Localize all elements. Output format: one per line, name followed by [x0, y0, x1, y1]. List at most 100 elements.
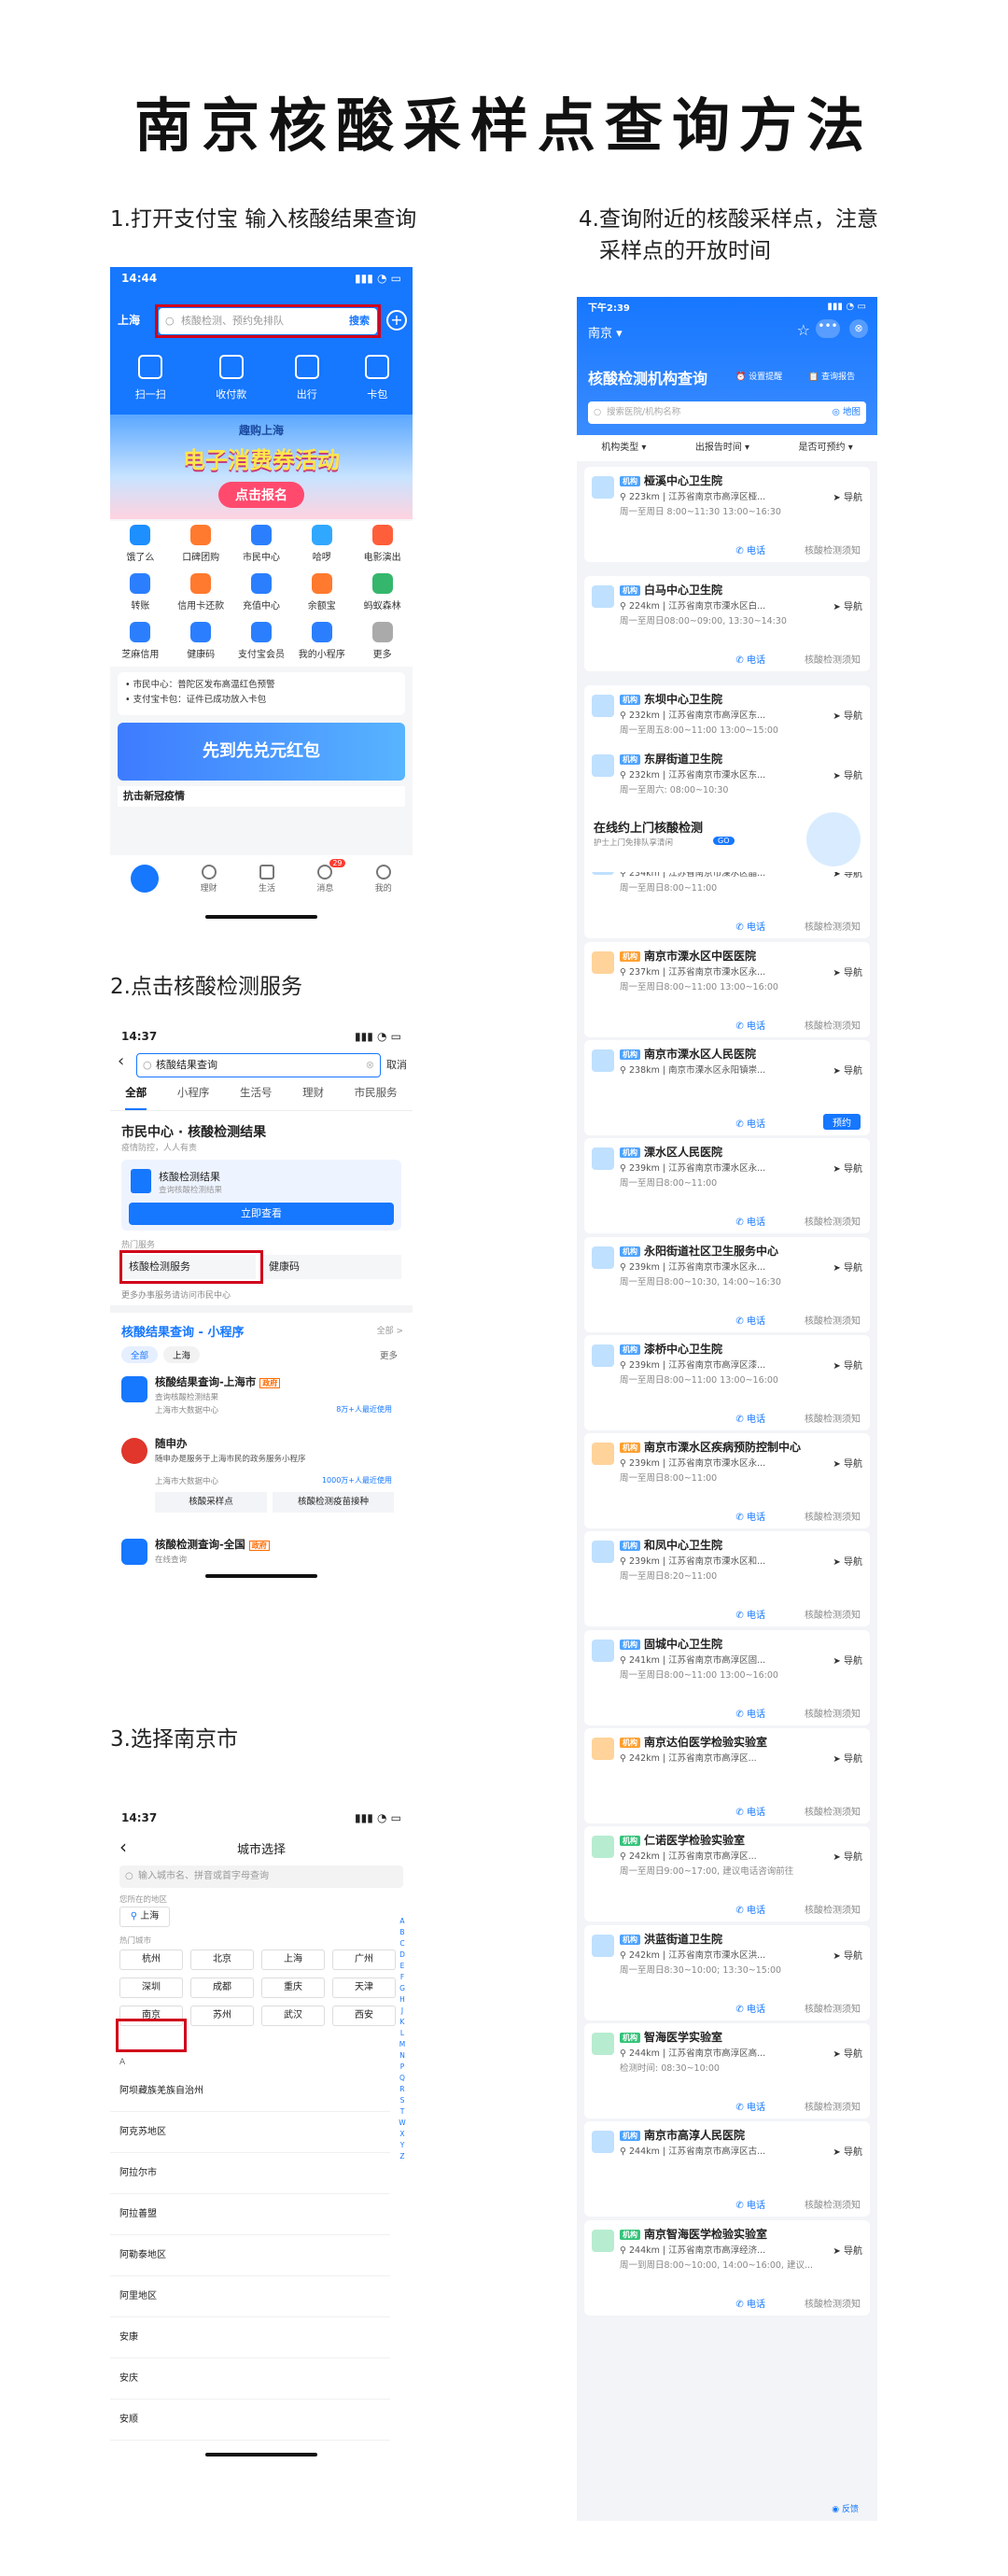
index-letter[interactable]: E — [398, 1961, 407, 1972]
current-city[interactable]: ⚲ 上海 — [119, 1907, 170, 1927]
navigate-button[interactable]: ➤ 导航 — [833, 708, 862, 722]
pay-button[interactable]: 收付款 — [216, 349, 246, 415]
travel-button[interactable]: 出行 — [294, 349, 319, 415]
site-card[interactable]: 机构 南京市高淳人民医院 ⚲ 244km | 江苏省南京市高淳区古... ➤ 导航… — [584, 2121, 870, 2217]
notice-link[interactable]: 核酸检测须知 — [805, 2099, 861, 2113]
notice-link[interactable]: 核酸检测须知 — [805, 1706, 861, 1720]
call-button[interactable]: ✆ 电话 — [735, 2099, 765, 2113]
site-card[interactable]: 机构 和凤中心卫生院 ⚲ 239km | 江苏省南京市溧水区和... 周一至周日8… — [584, 1531, 870, 1626]
notice-link[interactable]: 核酸检测须知 — [805, 2296, 861, 2310]
index-letter[interactable]: N — [398, 2050, 407, 2062]
app-movie[interactable]: 电影演出 — [352, 521, 413, 570]
chip-more[interactable]: 更多 — [380, 1348, 398, 1361]
tab-home[interactable] — [131, 865, 160, 921]
index-letter[interactable]: L — [398, 2028, 407, 2039]
city-list-item[interactable]: 阿克苏地区 — [110, 2112, 390, 2153]
chip-shanghai[interactable]: 上海 — [163, 1346, 201, 1363]
app-recharge[interactable]: 充值中心 — [231, 570, 292, 618]
feedback-button[interactable]: ◉ 反馈 — [832, 2502, 859, 2514]
call-button[interactable]: ✆ 电话 — [735, 2197, 765, 2211]
promo-banner[interactable]: 趣购上海 电子消费券活动 点击报名 — [110, 415, 413, 519]
city-list-item[interactable]: 安康 — [110, 2317, 390, 2358]
hot-city-item[interactable]: 广州 — [332, 1950, 396, 1970]
mini-app-2[interactable]: 随申办 随申办是服务于上海市民的政务服务小程序 上海市大数据中心 1000万+人… — [121, 1436, 401, 1526]
navigate-button[interactable]: ➤ 导航 — [833, 1653, 862, 1667]
index-letter[interactable]: W — [398, 2118, 407, 2129]
index-letter[interactable]: X — [398, 2129, 407, 2140]
index-letter[interactable]: C — [398, 1938, 407, 1950]
tab-mini-program[interactable]: 小程序 — [177, 1085, 210, 1110]
hot-city-item[interactable]: 武汉 — [261, 2006, 325, 2026]
call-button[interactable]: ✆ 电话 — [735, 919, 765, 933]
index-letter[interactable]: M — [398, 2039, 407, 2050]
notice-link[interactable]: 核酸检测须知 — [805, 1313, 861, 1327]
call-button[interactable]: ✆ 电话 — [735, 652, 765, 666]
site-card[interactable]: 机构 南京达伯医学检验实验室 ⚲ 242km | 江苏省南京市高淳区... ➤ 导… — [584, 1728, 870, 1823]
view-all-link[interactable]: 全部 > — [377, 1324, 403, 1336]
call-button[interactable]: ✆ 电话 — [735, 1706, 765, 1720]
city-list-item[interactable]: 安庆 — [110, 2358, 390, 2400]
navigate-button[interactable]: ➤ 导航 — [833, 1456, 862, 1470]
navigate-button[interactable]: ➤ 导航 — [833, 1849, 862, 1863]
hot-city-item[interactable]: 西安 — [332, 2006, 396, 2026]
index-letter[interactable]: T — [398, 2106, 407, 2118]
tab-life[interactable]: 生活 — [259, 865, 275, 921]
app-more[interactable]: 更多 — [352, 618, 413, 667]
call-button[interactable]: ✆ 电话 — [735, 1313, 765, 1327]
call-button[interactable]: ✆ 电话 — [735, 2001, 765, 2015]
search-input[interactable]: ○ 核酸结果查询 ⊗ — [136, 1053, 381, 1077]
hot-city-item[interactable]: 天津 — [332, 1978, 396, 1998]
navigate-button[interactable]: ➤ 导航 — [833, 1948, 862, 1962]
hot-city-item[interactable]: 上海 — [261, 1950, 325, 1970]
navigate-button[interactable]: ➤ 导航 — [833, 1161, 862, 1175]
navigate-button[interactable]: ➤ 导航 — [833, 2243, 862, 2257]
app-citizen-center[interactable]: 市民中心 — [231, 521, 292, 570]
city-list-item[interactable]: 安顺 — [110, 2400, 390, 2441]
site-card[interactable]: 机构 洪蓝街道卫生院 ⚲ 242km | 江苏省南京市溧水区洪... 周一至周日8… — [584, 1925, 870, 2020]
call-button[interactable]: ✆ 电话 — [735, 1509, 765, 1523]
filter-type[interactable]: 机构类型 ▾ — [601, 435, 646, 461]
index-letter[interactable]: Y — [398, 2140, 407, 2151]
tab-all[interactable]: 全部 — [125, 1085, 147, 1110]
index-letter[interactable]: B — [398, 1927, 407, 1938]
site-card[interactable]: 机构 仁诺医学检验实验室 ⚲ 242km | 江苏省南京市高淳区... 周一至周日… — [584, 1826, 870, 1921]
site-card[interactable]: 机构 南京市溧水区中医医院 ⚲ 237km | 江苏省南京市溧水区永... 周一至… — [584, 942, 870, 1037]
tab-finance[interactable]: 理财 — [302, 1085, 324, 1110]
app-member[interactable]: 支付宝会员 — [231, 618, 292, 667]
mini-app-1[interactable]: 核酸结果查询-上海市 政府 查询核酸检测结果 上海市大数据中心 8万+人最近使用 — [121, 1374, 401, 1427]
index-letter[interactable]: K — [398, 2017, 407, 2028]
hot-city-item[interactable]: 重庆 — [261, 1978, 325, 1998]
call-button[interactable]: ✆ 电话 — [735, 2296, 765, 2310]
index-letter[interactable]: G — [398, 1983, 407, 1994]
hot-city-item[interactable]: 成都 — [190, 1978, 254, 1998]
app-hello[interactable]: 哈啰 — [291, 521, 352, 570]
app-healthcode[interactable]: 健康码 — [171, 618, 231, 667]
notice-link[interactable]: 核酸检测须知 — [805, 1607, 861, 1621]
app-yuebao[interactable]: 余额宝 — [291, 570, 352, 618]
call-button[interactable]: ✆ 电话 — [735, 1607, 765, 1621]
hot-city-item[interactable]: 深圳 — [119, 1978, 183, 1998]
app-zhima[interactable]: 芝麻信用 — [110, 618, 171, 667]
city-list-item[interactable]: 阿里地区 — [110, 2276, 390, 2317]
app-eleme[interactable]: 饿了么 — [110, 521, 171, 570]
site-card[interactable]: 机构 南京智海医学检验实验室 ⚲ 244km | 江苏省南京市高淳经济... 周一… — [584, 2220, 870, 2316]
city-selector[interactable]: 上海 — [118, 312, 140, 328]
app-credit[interactable]: 信用卡还款 — [171, 570, 231, 618]
more-services-link[interactable]: 更多办事服务请访问市民中心 — [121, 1288, 231, 1301]
site-card[interactable]: 机构 漆桥中心卫生院 ⚲ 239km | 江苏省南京市高淳区漆... 周一至周日8… — [584, 1335, 870, 1430]
navigate-button[interactable]: ➤ 导航 — [833, 767, 862, 781]
app-forest[interactable]: 蚂蚁森林 — [352, 570, 413, 618]
navigate-button[interactable]: ➤ 导航 — [833, 1358, 862, 1372]
scan-button[interactable]: 扫一扫 — [135, 349, 166, 415]
sampling-point-button[interactable]: 核酸采样点 — [155, 1492, 267, 1513]
notice-link[interactable]: 核酸检测须知 — [805, 652, 861, 666]
notice-link[interactable]: 核酸检测须知 — [805, 542, 861, 556]
index-letter[interactable]: A — [398, 1916, 407, 1927]
call-button[interactable]: ✆ 电话 — [735, 542, 765, 556]
navigate-button[interactable]: ➤ 导航 — [833, 1554, 862, 1568]
navigate-button[interactable]: ➤ 导航 — [833, 964, 862, 978]
notice-link[interactable]: 核酸检测须知 — [805, 2197, 861, 2211]
notice-link[interactable]: 核酸检测须知 — [805, 1018, 861, 1032]
cancel-button[interactable]: 取消 — [386, 1057, 407, 1072]
navigate-button[interactable]: ➤ 导航 — [833, 489, 862, 503]
